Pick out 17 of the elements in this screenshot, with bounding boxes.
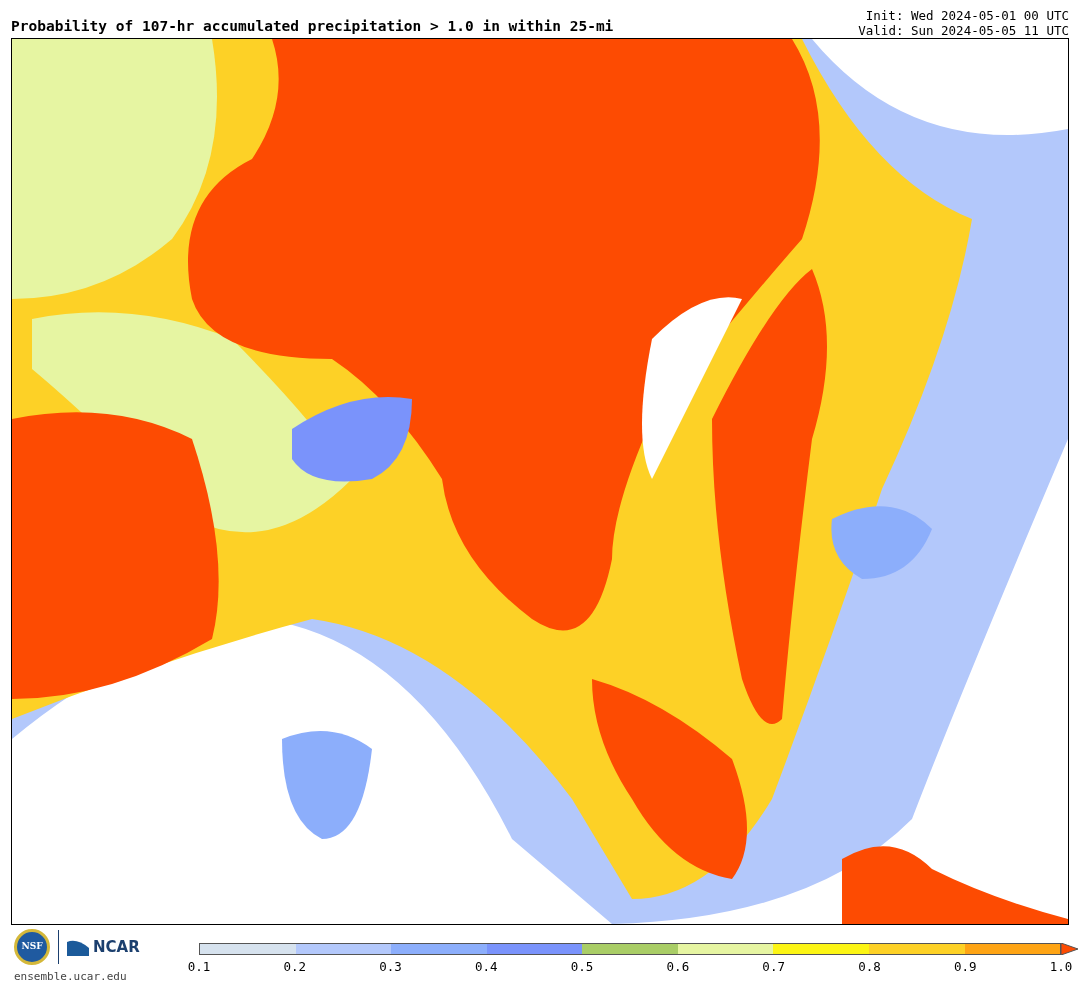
colorbar-tick-label: 0.9 (953, 958, 977, 976)
colorbar-tick-label: 0.8 (858, 958, 881, 976)
init-time: Init: Wed 2024-05-01 00 UTC (864, 9, 1069, 24)
site-url: ensemble.ucar.edu (14, 969, 127, 985)
colorbar-tick-label: 1.0 (1049, 958, 1073, 976)
colorbar-tick-label: 0.1 (187, 958, 211, 976)
chart-title: Probability of 107-hr accumulated precipitation > 1.0 in within 25-mi (11, 18, 614, 36)
valid-time: Valid: Sun 2024-05-05 11 UTC (858, 23, 1069, 38)
colorbar-tick-label: 0.6 (666, 958, 690, 976)
colorbar-tick-label: 0.3 (379, 958, 402, 976)
colorbar-tick-label: 0.7 (762, 958, 785, 976)
swoosh-icon (67, 938, 89, 956)
ncar-logo: NCAR (93, 936, 140, 958)
nsf-logo: NSF (14, 929, 50, 965)
colorbar-tick-label: 0.2 (283, 958, 307, 976)
colorbar-tick-label: 0.5 (570, 958, 594, 976)
colorbar-tick-label: 0.4 (475, 958, 498, 976)
